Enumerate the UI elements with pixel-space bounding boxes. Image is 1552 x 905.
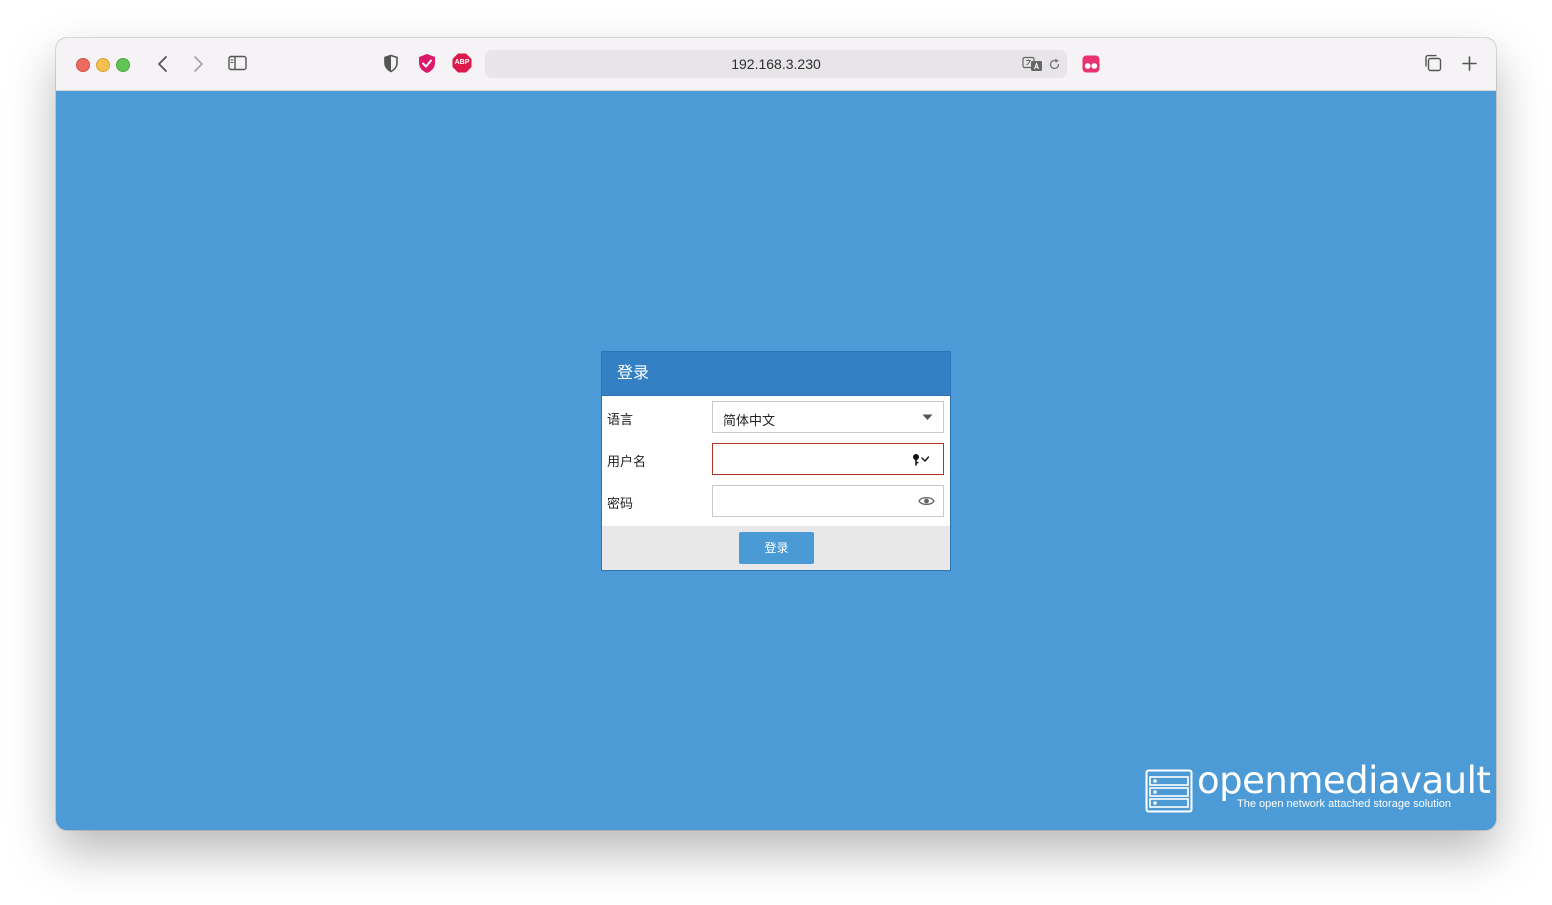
language-select-value: 简体中文 bbox=[723, 413, 776, 428]
translate-icon[interactable] bbox=[1022, 56, 1044, 72]
address-bar[interactable]: 192.168.3.230 bbox=[485, 50, 1067, 78]
login-dialog-footer: 登录 bbox=[602, 526, 950, 570]
new-tab-icon[interactable] bbox=[1462, 56, 1477, 71]
back-icon[interactable] bbox=[156, 55, 170, 73]
language-row: 语言 简体中文 bbox=[602, 396, 950, 438]
brand-tagline: The open network attached storage soluti… bbox=[1237, 798, 1452, 810]
maximize-window-button[interactable] bbox=[116, 58, 130, 72]
username-label: 用户名 bbox=[607, 454, 647, 469]
password-row: 密码 bbox=[602, 480, 950, 522]
adblock-plus-icon[interactable]: ABP bbox=[452, 53, 472, 73]
password-label: 密码 bbox=[607, 496, 634, 511]
login-dialog-title: 登录 bbox=[602, 352, 950, 396]
browser-window: ABP 192.168.3.230 登录 语言 简体中文 用户名 密码 登录 o… bbox=[56, 38, 1496, 830]
close-window-button[interactable] bbox=[76, 58, 90, 72]
eye-icon[interactable] bbox=[918, 495, 935, 507]
username-field[interactable] bbox=[712, 443, 944, 475]
username-row: 用户名 bbox=[602, 438, 950, 480]
language-label: 语言 bbox=[607, 412, 634, 427]
openmediavault-logo-icon bbox=[1145, 769, 1193, 813]
password-key-icon[interactable] bbox=[912, 453, 932, 466]
browser-toolbar: ABP 192.168.3.230 bbox=[56, 38, 1496, 91]
login-dialog: 登录 语言 简体中文 用户名 密码 登录 bbox=[601, 351, 951, 571]
shield-icon[interactable] bbox=[383, 54, 399, 73]
minimize-window-button[interactable] bbox=[96, 58, 110, 72]
extension-check-icon[interactable] bbox=[417, 53, 437, 74]
brand-name: openmediavault bbox=[1197, 759, 1491, 802]
sidebar-icon[interactable] bbox=[228, 55, 248, 72]
page-content: 登录 语言 简体中文 用户名 密码 登录 openmediavault The … bbox=[56, 91, 1496, 830]
reload-icon[interactable] bbox=[1048, 58, 1061, 71]
extension-dots-icon[interactable] bbox=[1082, 55, 1100, 73]
forward-icon[interactable] bbox=[191, 55, 205, 73]
adblock-plus-label: ABP bbox=[454, 58, 470, 66]
login-button[interactable]: 登录 bbox=[739, 532, 814, 564]
tabs-overview-icon[interactable] bbox=[1424, 54, 1442, 72]
language-select[interactable]: 简体中文 bbox=[712, 401, 944, 433]
password-field[interactable] bbox=[712, 485, 944, 517]
chevron-down-icon bbox=[922, 414, 933, 420]
address-text: 192.168.3.230 bbox=[731, 56, 821, 72]
